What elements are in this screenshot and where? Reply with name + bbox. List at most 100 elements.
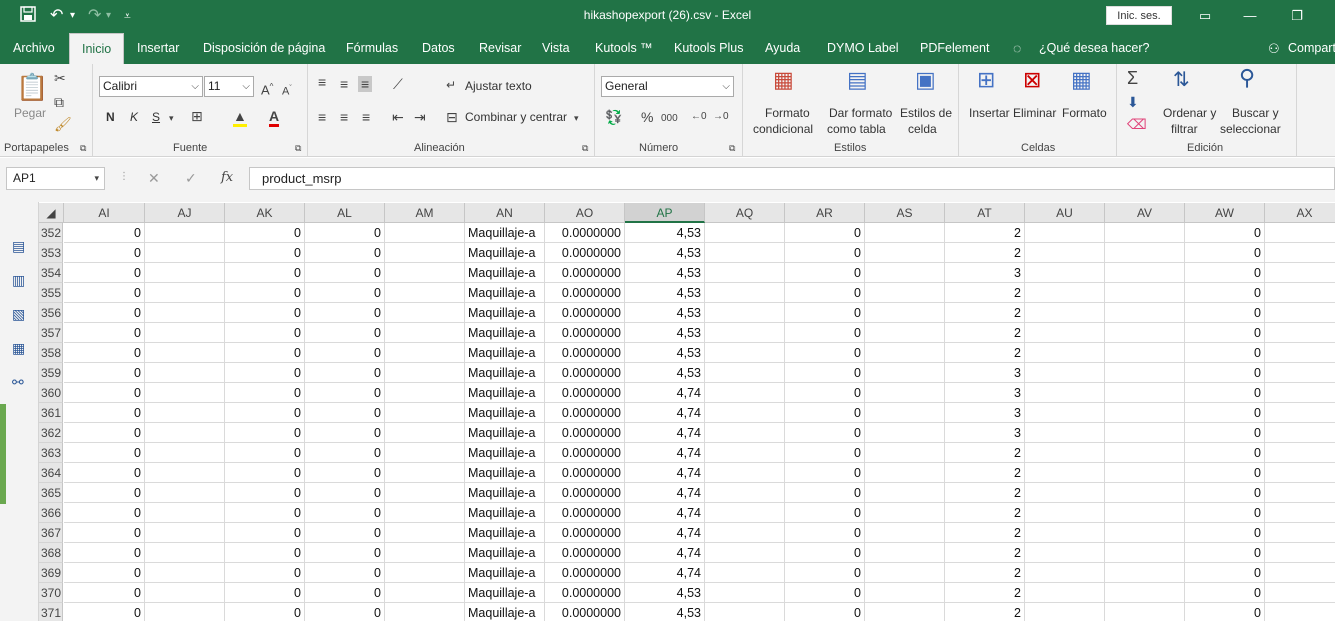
cell-aj[interactable] (145, 463, 225, 483)
cell-ax[interactable] (1265, 423, 1335, 443)
cell-au[interactable] (1025, 443, 1105, 463)
format-as-table-label-2[interactable]: como tabla (827, 122, 886, 136)
cell-aw[interactable]: 0 (1185, 263, 1265, 283)
cell-ao[interactable]: 0.0000000 (545, 603, 625, 621)
cell-am[interactable] (385, 563, 465, 583)
cell-ai[interactable]: 0 (64, 523, 145, 543)
cell-an[interactable]: Maquillaje-a (465, 603, 545, 621)
cell-ar[interactable]: 0 (785, 403, 865, 423)
dialog-launcher-icon[interactable]: ⧉ (729, 143, 735, 154)
cell-aj[interactable] (145, 543, 225, 563)
cell-as[interactable] (865, 523, 945, 543)
cell-ao[interactable]: 0.0000000 (545, 523, 625, 543)
cell-am[interactable] (385, 543, 465, 563)
thousands-icon[interactable]: 000 (661, 111, 678, 127)
cell-av[interactable] (1105, 263, 1185, 283)
row-header[interactable]: 365 (39, 483, 63, 503)
cell-an[interactable]: Maquillaje-a (465, 223, 545, 243)
cell-am[interactable] (385, 463, 465, 483)
cancel-icon[interactable]: ✕ (148, 170, 160, 187)
cell-aq[interactable] (705, 403, 785, 423)
tab-kutools-plus[interactable]: Kutools Plus (674, 33, 743, 64)
name-box[interactable]: AP1 ▾ (6, 167, 105, 190)
insert-button[interactable]: Insertar (969, 106, 1010, 120)
cell-ar[interactable]: 0 (785, 423, 865, 443)
cell-aq[interactable] (705, 383, 785, 403)
find-select-icon[interactable]: ⚲ (1239, 67, 1255, 89)
bold-button[interactable]: N (106, 110, 115, 124)
cell-ak[interactable]: 0 (225, 263, 305, 283)
cell-ak[interactable]: 0 (225, 503, 305, 523)
cell-ax[interactable] (1265, 483, 1335, 503)
underline-dropdown-icon[interactable]: ▾ (169, 110, 174, 126)
cell-at[interactable]: 2 (945, 283, 1025, 303)
column-header-as[interactable]: AS (865, 203, 945, 223)
cell-ax[interactable] (1265, 223, 1335, 243)
cell-ax[interactable] (1265, 323, 1335, 343)
cell-as[interactable] (865, 303, 945, 323)
sort-filter-label-1[interactable]: Ordenar y (1163, 106, 1216, 120)
decrease-decimal-icon[interactable]: →0 (713, 109, 729, 125)
cell-aq[interactable] (705, 603, 785, 621)
cell-av[interactable] (1105, 403, 1185, 423)
align-center-icon[interactable]: ≡ (340, 109, 348, 125)
paste-label[interactable]: Pegar (14, 106, 46, 120)
cell-aw[interactable]: 0 (1185, 283, 1265, 303)
cell-aw[interactable]: 0 (1185, 483, 1265, 503)
cell-at[interactable]: 2 (945, 243, 1025, 263)
cell-aj[interactable] (145, 223, 225, 243)
cell-aj[interactable] (145, 403, 225, 423)
cell-an[interactable]: Maquillaje-a (465, 263, 545, 283)
cell-an[interactable]: Maquillaje-a (465, 443, 545, 463)
cell-al[interactable]: 0 (305, 443, 385, 463)
cell-aw[interactable]: 0 (1185, 463, 1265, 483)
cell-aj[interactable] (145, 563, 225, 583)
cell-au[interactable] (1025, 503, 1105, 523)
row-header[interactable]: 362 (39, 423, 63, 443)
cell-al[interactable]: 0 (305, 363, 385, 383)
cell-as[interactable] (865, 323, 945, 343)
cell-ai[interactable]: 0 (64, 423, 145, 443)
column-header-aq[interactable]: AQ (705, 203, 785, 223)
cell-av[interactable] (1105, 243, 1185, 263)
cell-aw[interactable]: 0 (1185, 423, 1265, 443)
cell-ao[interactable]: 0.0000000 (545, 543, 625, 563)
fill-icon[interactable]: ⬇ (1127, 94, 1139, 110)
tab-disposicion[interactable]: Disposición de página (203, 33, 325, 64)
cell-ar[interactable]: 0 (785, 603, 865, 621)
cell-ap[interactable]: 4,53 (625, 343, 705, 363)
autotext-icon[interactable]: ▥ (12, 272, 25, 289)
merge-center-button[interactable]: Combinar y centrar (465, 110, 567, 124)
cell-am[interactable] (385, 283, 465, 303)
cell-aq[interactable] (705, 263, 785, 283)
cell-aq[interactable] (705, 483, 785, 503)
cell-am[interactable] (385, 483, 465, 503)
cell-ax[interactable] (1265, 383, 1335, 403)
cell-au[interactable] (1025, 463, 1105, 483)
cell-as[interactable] (865, 243, 945, 263)
cell-av[interactable] (1105, 363, 1185, 383)
align-bottom-icon[interactable]: ≡ (358, 76, 373, 92)
cell-au[interactable] (1025, 583, 1105, 603)
cell-av[interactable] (1105, 563, 1185, 583)
shrink-font-icon[interactable]: Aˇ (282, 81, 292, 100)
cell-av[interactable] (1105, 223, 1185, 243)
cell-aq[interactable] (705, 463, 785, 483)
cell-ax[interactable] (1265, 583, 1335, 603)
tab-archivo[interactable]: Archivo (13, 33, 55, 64)
cell-ar[interactable]: 0 (785, 503, 865, 523)
cell-ao[interactable]: 0.0000000 (545, 263, 625, 283)
cell-ao[interactable]: 0.0000000 (545, 383, 625, 403)
cell-an[interactable]: Maquillaje-a (465, 283, 545, 303)
cell-ao[interactable]: 0.0000000 (545, 303, 625, 323)
font-name-combo[interactable]: Calibri ⌵ (99, 76, 203, 97)
cell-at[interactable]: 2 (945, 343, 1025, 363)
cell-am[interactable] (385, 303, 465, 323)
cell-aj[interactable] (145, 243, 225, 263)
select-all-corner[interactable]: ◢ (39, 203, 64, 223)
paste-icon[interactable]: 📋 (16, 72, 48, 102)
clear-icon[interactable]: ⌫ (1127, 116, 1147, 132)
cell-au[interactable] (1025, 363, 1105, 383)
cell-at[interactable]: 2 (945, 323, 1025, 343)
cell-ao[interactable]: 0.0000000 (545, 363, 625, 383)
